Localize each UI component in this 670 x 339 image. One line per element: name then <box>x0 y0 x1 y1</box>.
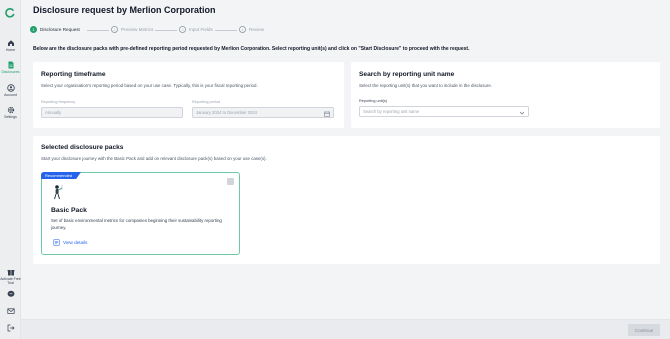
reporting-unit-placeholder: Search by reporting unit name <box>363 109 420 114</box>
logout-icon <box>7 324 14 332</box>
basic-pack-card[interactable]: Recommended Basic Pack Set of basic envi… <box>41 172 240 255</box>
view-details-label: View details <box>63 240 88 245</box>
step-connector <box>215 30 237 31</box>
sidebar-item-settings[interactable]: Settings <box>0 106 21 119</box>
card-title: Reporting timeframe <box>41 71 106 78</box>
reporting-period-value: January 2024 to December 2024 <box>196 110 257 115</box>
sidebar-item-label: Settings <box>4 115 17 119</box>
reporting-unit-label: Reporting unit(s) <box>359 99 388 103</box>
mail-button[interactable] <box>0 307 21 315</box>
sidebar-item-label: Home <box>5 48 16 52</box>
reporting-unit-search[interactable]: Search by reporting unit name <box>359 106 529 117</box>
home-icon <box>7 40 14 46</box>
step-number: 3 <box>179 26 186 33</box>
card-title: Search by reporting unit name <box>359 71 455 78</box>
gift-icon <box>7 270 14 276</box>
sidebar-item-label: Disclosures <box>1 70 20 74</box>
view-details-link[interactable]: View details <box>53 239 87 246</box>
step-input-fields[interactable]: 3 Input Fields <box>179 26 213 33</box>
activate-free-trial-button[interactable]: Activate Free Trial <box>0 268 21 285</box>
sidebar-item-label: Account <box>4 93 17 97</box>
pack-description: Set of basic environmental metrics for c… <box>51 218 222 230</box>
calendar-icon <box>324 110 330 117</box>
recommended-badge: Recommended <box>41 172 81 179</box>
step-number: 1 <box>30 26 37 33</box>
sidebar-item-disclosures[interactable]: Disclosures <box>0 61 21 74</box>
card-title: Selected disclosure packs <box>41 144 124 151</box>
checkbox-icon[interactable] <box>227 178 234 185</box>
step-preview-metrics[interactable]: 2 Preview Metrics <box>111 26 153 33</box>
footer-bar: Continue <box>21 319 670 339</box>
sidebar-item-account[interactable]: Account <box>0 84 21 97</box>
reporting-unit-card: Search by reporting unit name Select the… <box>351 62 660 128</box>
sidebar-item-home[interactable]: Home <box>0 39 21 52</box>
card-subtitle: Select the reporting unit(s) that you wa… <box>359 83 493 88</box>
reporting-frequency-field: Annually <box>41 107 183 118</box>
step-disclosure-request[interactable]: 1 Disclosure Request <box>30 26 80 33</box>
step-label: Input Fields <box>189 27 213 32</box>
step-connector <box>87 30 109 31</box>
pack-illustration <box>54 185 63 200</box>
sidebar: Home Disclosures Account Settings Activa… <box>0 0 21 339</box>
step-label: Review <box>249 27 265 32</box>
frequency-label: Reporting frequency <box>41 100 76 104</box>
reporting-frequency-value: Annually <box>45 110 62 115</box>
step-number: 2 <box>111 26 118 33</box>
step-connector <box>155 30 177 31</box>
logout-button[interactable] <box>0 324 21 332</box>
step-review[interactable]: 4 Review <box>239 26 264 33</box>
disclosure-icon <box>8 61 13 69</box>
chat-icon <box>7 290 14 297</box>
step-number: 4 <box>239 26 246 33</box>
card-subtitle: Select your organisation's reporting per… <box>41 83 258 88</box>
mail-icon <box>6 308 15 314</box>
continue-button[interactable]: Continue <box>628 324 660 336</box>
period-label: Reporting period <box>192 100 221 104</box>
step-label: Disclosure Request <box>40 27 80 32</box>
step-label: Preview Metrics <box>121 27 154 32</box>
logo-icon <box>5 8 15 18</box>
stepper: 1 Disclosure Request 2 Preview Metrics 3… <box>30 26 290 36</box>
sidebar-item-label: Activate Free Trial <box>0 277 21 285</box>
chevron-down-icon[interactable] <box>519 110 525 116</box>
document-icon <box>53 239 60 246</box>
instruction-text: Below are the disclosure packs with pre-… <box>33 46 470 52</box>
page-title: Disclosure request by Merlion Corporatio… <box>33 5 216 15</box>
card-subtitle: Start your disclosure journey with the B… <box>41 156 267 161</box>
account-icon <box>6 84 15 92</box>
pack-name: Basic Pack <box>51 207 87 214</box>
chat-button[interactable] <box>0 290 21 298</box>
gear-icon <box>7 106 14 114</box>
reporting-timeframe-card: Reporting timeframe Select your organisa… <box>33 62 344 128</box>
reporting-period-field: January 2024 to December 2024 <box>192 107 334 118</box>
